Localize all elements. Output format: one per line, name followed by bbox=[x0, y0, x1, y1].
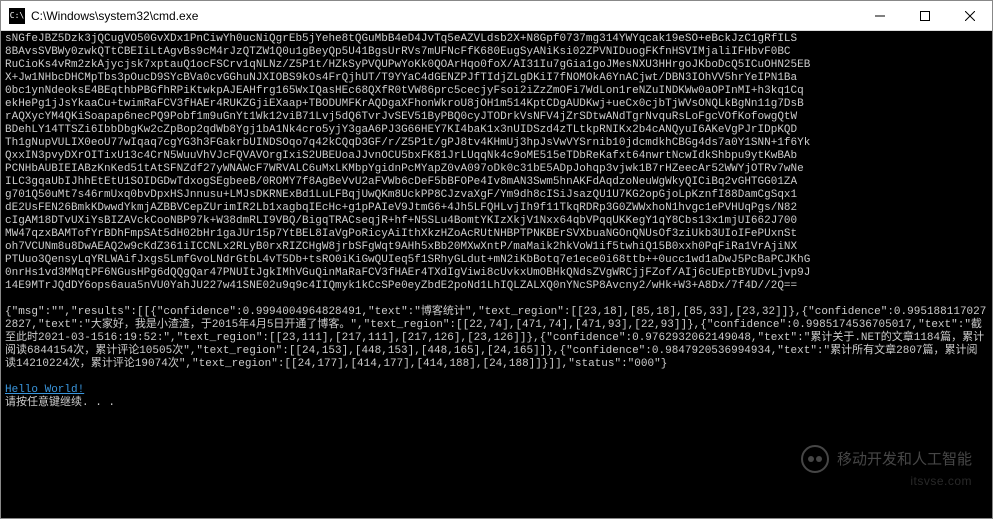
window-title: C:\Windows\system32\cmd.exe bbox=[31, 9, 857, 23]
minimize-button[interactable] bbox=[857, 1, 902, 30]
cmd-window: C:\ C:\Windows\system32\cmd.exe sNGfeJBZ… bbox=[0, 0, 993, 519]
close-button[interactable] bbox=[947, 1, 992, 30]
close-icon bbox=[965, 11, 975, 21]
console-output[interactable]: sNGfeJBZ5Dzk3jQCugVO50GvXDx1PnCiwYh0ucNi… bbox=[1, 31, 992, 518]
watermark-sub-text: itsvse.com bbox=[910, 475, 972, 488]
console-blob-text: sNGfeJBZ5Dzk3jQCugVO50GvXDx1PnCiwYh0ucNi… bbox=[5, 33, 810, 292]
wechat-icon bbox=[801, 445, 829, 473]
maximize-button[interactable] bbox=[902, 1, 947, 30]
watermark-main-text: 移动开发和人工智能 bbox=[837, 453, 972, 466]
hello-world-text: Hello World! bbox=[5, 384, 84, 396]
titlebar[interactable]: C:\ C:\Windows\system32\cmd.exe bbox=[1, 1, 992, 31]
window-controls bbox=[857, 1, 992, 30]
watermark: 移动开发和人工智能 bbox=[801, 445, 972, 473]
press-any-key-prompt: 请按任意键继续. . . bbox=[5, 397, 115, 409]
cmd-icon: C:\ bbox=[9, 8, 25, 24]
console-json-output: {"msg":"","results":[[{"confidence":0.99… bbox=[5, 306, 986, 370]
maximize-icon bbox=[920, 11, 930, 21]
minimize-icon bbox=[875, 11, 885, 21]
